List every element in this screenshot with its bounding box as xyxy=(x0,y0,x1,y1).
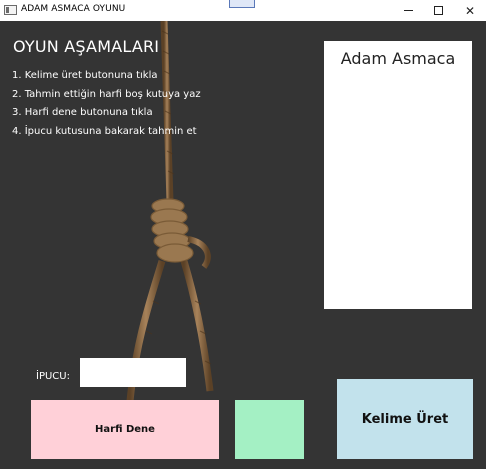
game-area: OYUN AŞAMALARI 1. Kelime üret butonuna t… xyxy=(0,21,486,469)
title-bar-handle[interactable] xyxy=(229,0,255,8)
app-icon xyxy=(4,5,17,15)
hint-label: İPUCU: xyxy=(36,371,70,382)
hangman-panel-title: Adam Asmaca xyxy=(340,49,456,68)
instruction-step: 2. Tahmin ettiğin harfi boş kutuya yaz xyxy=(12,88,201,100)
maximize-button[interactable] xyxy=(423,0,453,21)
minimize-icon xyxy=(403,10,413,11)
instruction-steps: 1. Kelime üret butonuna tıkla 2. Tahmin … xyxy=(12,67,201,141)
generate-word-button[interactable]: Kelime Üret xyxy=(337,379,473,459)
hint-field[interactable] xyxy=(80,358,186,387)
app-window: ADAM ASMACA OYUNU ✕ OYUN AŞAMALARI 1. Ke… xyxy=(0,0,486,469)
maximize-icon xyxy=(433,6,443,15)
hangman-panel: Adam Asmaca xyxy=(324,41,472,309)
instruction-step: 1. Kelime üret butonuna tıkla xyxy=(12,70,158,81)
close-icon: ✕ xyxy=(464,3,476,18)
instruction-step: 3. Harfi dene butonuna tıkla xyxy=(12,107,153,118)
try-letter-button[interactable]: Harfi Dene xyxy=(31,400,219,459)
minimize-button[interactable] xyxy=(393,0,423,21)
instructions-heading: OYUN AŞAMALARI xyxy=(13,37,160,56)
close-button[interactable]: ✕ xyxy=(455,0,485,21)
letter-input[interactable] xyxy=(235,400,304,459)
window-title: ADAM ASMACA OYUNU xyxy=(21,4,126,14)
instruction-step: 4. İpucu kutusuna bakarak tahmin et xyxy=(12,125,197,137)
title-bar[interactable]: ADAM ASMACA OYUNU ✕ xyxy=(0,0,486,21)
